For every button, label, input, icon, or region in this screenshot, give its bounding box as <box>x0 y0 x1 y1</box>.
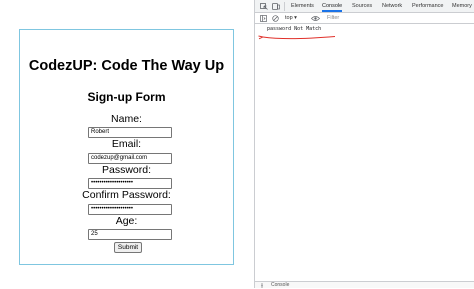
name-label: Name: <box>111 113 142 125</box>
age-input[interactable]: 25 <box>88 229 172 240</box>
console-toolbar: top ▾ Filter <box>255 13 474 24</box>
email-input[interactable]: codezup@gmail.com <box>88 153 172 164</box>
tab-network[interactable]: Network <box>382 0 402 12</box>
tab-elements[interactable]: Elements <box>291 0 314 12</box>
password-input[interactable]: •••••••••••••••••••• <box>88 178 172 189</box>
email-label: Email: <box>111 138 142 150</box>
devtools-tab-bar: Elements Console Sources Network Perform… <box>255 0 474 13</box>
inspect-element-icon[interactable] <box>260 3 268 10</box>
red-underline-annotation <box>258 35 336 40</box>
toolbar-divider <box>284 2 285 11</box>
drawer-menu-icon[interactable] <box>259 283 265 288</box>
clear-console-icon[interactable] <box>272 15 279 22</box>
tab-performance[interactable]: Performance <box>412 0 444 12</box>
age-label: Age: <box>115 215 138 227</box>
form-title: Sign-up Form <box>87 90 166 104</box>
submit-button[interactable]: Submit <box>114 242 142 253</box>
devtools-panel: Elements Console Sources Network Perform… <box>254 0 474 288</box>
confirm-password-label: Confirm Password: <box>82 189 171 201</box>
browser-page: CodezUP: Code The Way Up Sign-up Form Na… <box>0 0 254 288</box>
tab-console[interactable]: Console <box>322 0 343 12</box>
console-drawer-bar: Console <box>255 281 474 288</box>
sidebar-toggle-icon[interactable] <box>260 15 267 22</box>
confirm-password-input[interactable]: •••••••••••••••••••• <box>88 204 172 215</box>
password-label: Password: <box>101 164 152 176</box>
signup-form-container: CodezUP: Code The Way Up Sign-up Form Na… <box>19 29 234 265</box>
name-input[interactable]: Robert <box>88 127 172 138</box>
site-title: CodezUP: Code The Way Up <box>28 58 225 74</box>
eye-icon[interactable] <box>311 15 320 22</box>
context-selector[interactable]: top ▾ <box>285 14 297 22</box>
tab-memory[interactable]: Memory <box>452 0 472 12</box>
device-toolbar-icon[interactable] <box>272 3 280 10</box>
tab-sources[interactable]: Sources <box>352 0 372 12</box>
console-filter-input[interactable]: Filter <box>327 14 339 22</box>
